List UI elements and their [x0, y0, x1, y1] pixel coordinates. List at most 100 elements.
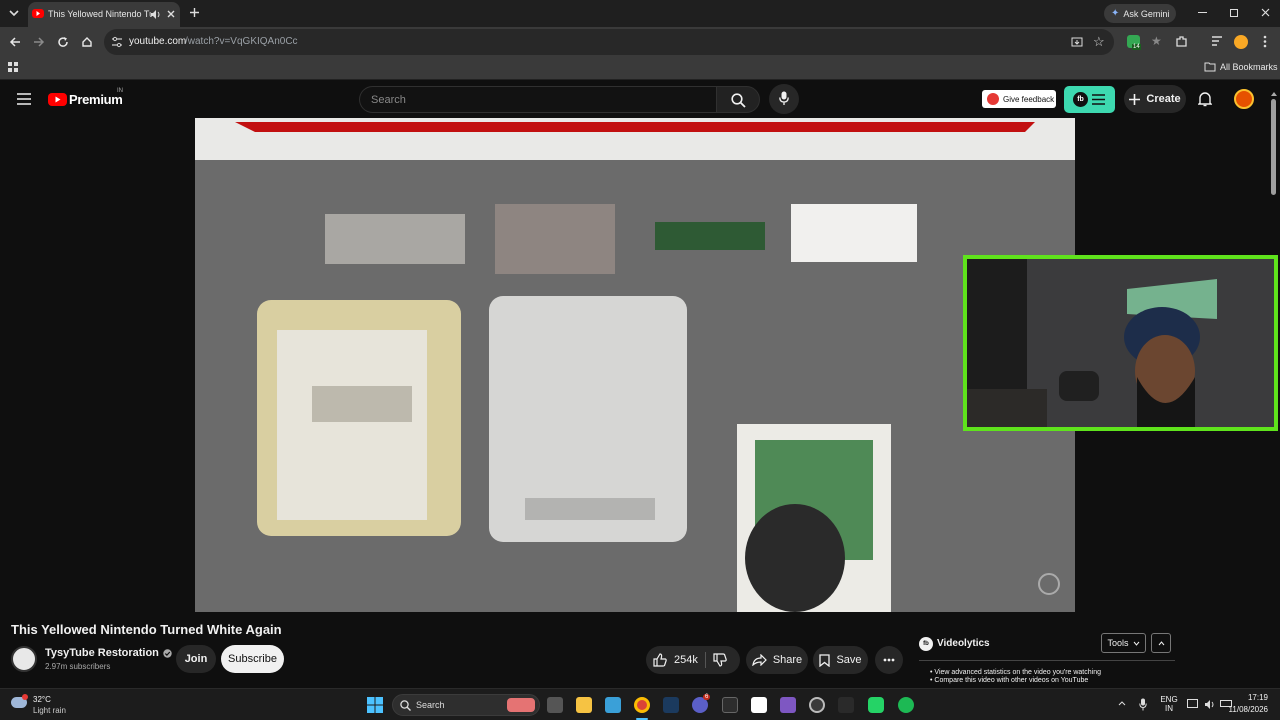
join-button[interactable]: Join [176, 645, 216, 673]
channel-avatar[interactable] [11, 646, 37, 672]
clock-time: 17:19 [1247, 693, 1268, 702]
give-feedback-button[interactable]: Give feedback [982, 90, 1056, 108]
restore-icon[interactable] [1230, 9, 1238, 17]
subscribe-button[interactable]: Subscribe [221, 645, 284, 673]
more-actions-button[interactable] [875, 646, 903, 674]
browser-menu-icon[interactable] [1263, 35, 1267, 48]
save-button[interactable]: Save [813, 646, 868, 674]
channel-name[interactable]: TysyTube Restoration [45, 647, 159, 659]
music-app-icon[interactable] [838, 697, 854, 713]
pinned-star-icon[interactable]: ★ [1151, 34, 1162, 48]
chrome-icon[interactable] [634, 697, 650, 713]
notifications-bell-icon[interactable] [1198, 91, 1212, 107]
like-divider [705, 652, 706, 668]
search-highlight-icon [507, 698, 535, 712]
reload-icon[interactable] [57, 36, 69, 48]
plus-icon [1129, 93, 1141, 105]
volume-icon[interactable] [1204, 699, 1215, 710]
share-button[interactable]: Share [746, 646, 808, 674]
window-close-icon[interactable] [1261, 8, 1270, 17]
terminal-icon[interactable] [722, 697, 738, 713]
videolytics-logo-small-icon: fb [919, 637, 933, 651]
app-grid-purple-icon[interactable] [780, 697, 796, 713]
reading-list-icon[interactable] [1211, 36, 1223, 46]
back-icon[interactable] [9, 36, 21, 48]
hamburger-icon [1092, 94, 1105, 105]
dislike-button[interactable] [713, 653, 727, 667]
more-horizontal-icon [883, 658, 895, 662]
video-player[interactable] [195, 118, 1075, 612]
bullet-text: Compare this video with other videos on … [934, 677, 1089, 684]
profile-avatar-icon[interactable] [1234, 35, 1248, 49]
search-button[interactable] [716, 86, 760, 113]
scroll-up-icon[interactable] [1271, 92, 1277, 96]
channel-watermark-icon[interactable] [1038, 573, 1060, 595]
feedback-logo-icon [987, 93, 999, 105]
obs-icon[interactable] [809, 697, 825, 713]
tab-strip: This Yellowed Nintendo Tu ✦ Ask Gemini [0, 0, 1280, 27]
channel-name-row[interactable]: TysyTube Restoration [45, 647, 172, 659]
save-label: Save [836, 654, 862, 666]
language-indicator[interactable]: ENG IN [1160, 695, 1178, 713]
guide-menu-icon[interactable] [17, 93, 31, 105]
tools-label: Tools [1107, 638, 1129, 648]
install-app-icon[interactable] [1071, 36, 1083, 48]
minimize-icon[interactable] [1198, 12, 1207, 13]
url-path: /watch?v=VqGKIQAn0Cc [185, 36, 298, 47]
start-windows-icon[interactable] [367, 697, 383, 713]
task-view-icon[interactable] [547, 697, 563, 713]
capcut-icon[interactable] [751, 697, 767, 713]
scrollbar-thumb[interactable] [1271, 99, 1276, 195]
clock-date: 11/08/2026 [1228, 705, 1268, 714]
audio-playing-icon[interactable] [150, 9, 161, 20]
all-bookmarks-button[interactable]: All Bookmarks [1204, 62, 1278, 72]
tray-overflow-chevron-icon[interactable] [1118, 701, 1126, 706]
microphone-tray-icon[interactable] [1139, 698, 1147, 711]
youtube-premium-logo[interactable]: Premium IN [48, 88, 123, 107]
apps-grid-icon[interactable] [8, 62, 19, 73]
logo-region: IN [117, 88, 123, 94]
taskbar-search-box[interactable]: Search [392, 694, 540, 716]
address-bar[interactable]: youtube.com /watch?v=VqGKIQAn0Cc ☆ [104, 29, 1114, 55]
bookmark-star-icon[interactable]: ☆ [1093, 35, 1105, 48]
home-icon[interactable] [81, 36, 93, 48]
give-feedback-label: Give feedback [1003, 94, 1055, 104]
like-count: 254k [674, 654, 698, 666]
chevron-down-icon [1133, 641, 1139, 646]
steam-icon[interactable] [663, 697, 679, 713]
tab-title: This Yellowed Nintendo Tu [48, 9, 152, 19]
forward-icon[interactable] [33, 36, 45, 48]
webcam-overlay [963, 255, 1278, 431]
subscribe-label: Subscribe [228, 653, 277, 665]
videolytics-bullet: • Compare this video with other videos o… [930, 677, 1089, 684]
chevron-up-icon [1158, 641, 1165, 646]
new-tab-icon[interactable] [189, 7, 200, 18]
tab-close-icon[interactable] [166, 9, 176, 19]
extensions-puzzle-icon[interactable] [1175, 35, 1188, 48]
ask-gemini-button[interactable]: ✦ Ask Gemini [1104, 4, 1176, 23]
page-scrollbar[interactable] [1270, 92, 1278, 688]
videolytics-panel: fb Videolytics Tools • View advanced sta… [912, 630, 1178, 688]
display-tray-icon[interactable] [1187, 699, 1198, 708]
site-info-icon[interactable] [111, 36, 123, 48]
whatsapp-icon[interactable] [868, 697, 884, 713]
file-explorer-icon[interactable] [576, 697, 592, 713]
collapse-panel-button[interactable] [1151, 633, 1171, 653]
search-input[interactable]: Search [359, 86, 717, 113]
lang-top: ENG [1160, 695, 1178, 704]
spotify-icon[interactable] [898, 697, 914, 713]
tab-search-icon[interactable] [8, 7, 20, 19]
like-button[interactable]: 254k [653, 653, 698, 667]
notepad-icon[interactable] [605, 697, 621, 713]
videolytics-toggle-button[interactable]: fb [1064, 86, 1115, 113]
tab-active[interactable]: This Yellowed Nintendo Tu [28, 2, 180, 27]
voice-search-button[interactable] [769, 84, 799, 114]
videolytics-divider [919, 660, 1175, 661]
tools-dropdown[interactable]: Tools [1101, 633, 1146, 653]
clock[interactable]: 17:19 11/08/2026 [1222, 693, 1268, 714]
weather-widget[interactable]: 32°C Light rain [11, 693, 91, 717]
search-icon [731, 93, 746, 108]
account-avatar[interactable] [1234, 89, 1254, 109]
share-icon [752, 654, 767, 666]
create-button[interactable]: Create [1124, 85, 1186, 113]
